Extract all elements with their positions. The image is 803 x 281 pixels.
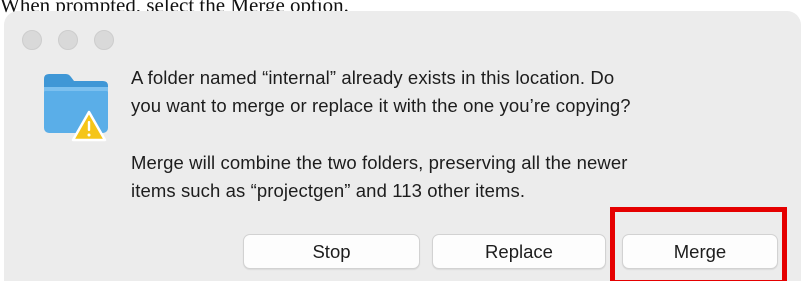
conflict-message: A folder named “internal” already exists…: [131, 64, 781, 120]
stop-button[interactable]: Stop: [243, 234, 420, 269]
replace-button[interactable]: Replace: [432, 234, 606, 269]
merge-button[interactable]: Merge: [622, 234, 778, 269]
merge-detail-line: Merge will combine the two folders, pres…: [131, 152, 628, 173]
window-zoom-button[interactable]: [94, 30, 114, 50]
warning-mark-shape: [87, 121, 91, 131]
window-close-button[interactable]: [22, 30, 42, 50]
folder-highlight-shape: [44, 87, 108, 91]
merge-detail-text: Merge will combine the two folders, pres…: [131, 149, 781, 205]
folder-warning-icon: [42, 71, 110, 143]
warning-dot-shape: [87, 133, 91, 137]
conflict-message-line: A folder named “internal” already exists…: [131, 67, 615, 88]
conflict-message-line: you want to merge or replace it with the…: [131, 95, 631, 116]
merge-detail-line: items such as “projectgen” and 113 other…: [131, 180, 526, 201]
file-conflict-dialog: A folder named “internal” already exists…: [4, 11, 801, 281]
window-minimize-button[interactable]: [58, 30, 78, 50]
